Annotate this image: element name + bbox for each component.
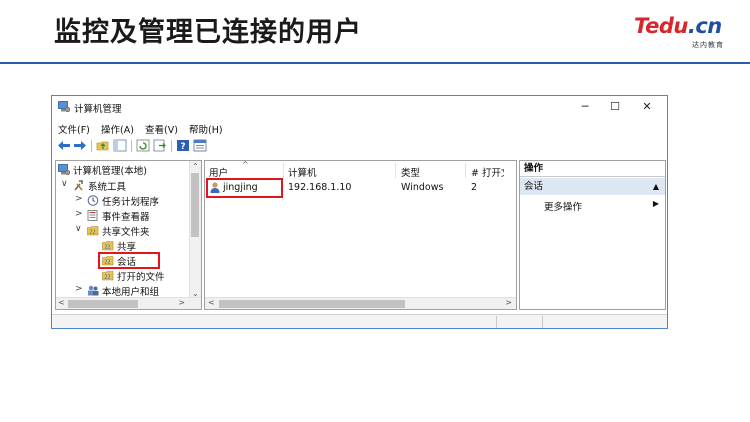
toolbar-separator <box>131 140 132 152</box>
logo-text: Tedu.cn <box>634 14 722 38</box>
actions-pane: 操作 会话 ▲ 更多操作 ▶ <box>519 160 666 310</box>
svg-text:?: ? <box>180 142 185 152</box>
column-header-type[interactable]: 类型 <box>401 165 420 179</box>
refresh-icon[interactable] <box>136 139 150 152</box>
event-viewer-icon <box>87 210 98 221</box>
list-vertical-scrollbar <box>504 161 516 299</box>
column-header-user[interactable]: 用户 <box>209 165 228 179</box>
scrollbar-thumb[interactable] <box>219 300 405 308</box>
forward-arrow-icon[interactable] <box>73 139 87 152</box>
tedu-logo: Tedu.cn 达内教育 <box>634 14 734 54</box>
svg-text:22: 22 <box>104 245 110 251</box>
chevron-down-icon[interactable]: ∨ <box>75 224 82 234</box>
tree-label: 打开的文件 <box>117 272 165 283</box>
chevron-right-icon[interactable]: > <box>75 194 83 204</box>
export-list-icon[interactable] <box>153 139 167 152</box>
collapse-triangle-icon[interactable]: ▲ <box>653 178 659 195</box>
scrollbar-thumb[interactable] <box>68 300 138 308</box>
section-label: 会话 <box>524 181 544 192</box>
status-divider <box>496 316 497 328</box>
tree-label: 计算机管理(本地) <box>73 166 147 177</box>
menu-bar: 文件(F) 操作(A) 查看(V) 帮助(H) <box>52 120 667 136</box>
console-tree-pane: 计算机管理(本地) ∨ 系统工具 > 任务计划程序 > 事件查看器 ∨ 22 共… <box>55 160 202 310</box>
toolbar-separator <box>91 140 92 152</box>
shared-folder-icon: 22 <box>87 226 99 236</box>
svg-text:22: 22 <box>89 230 95 236</box>
clock-icon <box>87 195 99 206</box>
chevron-right-icon[interactable]: > <box>75 209 83 219</box>
action-label: 更多操作 <box>544 202 583 213</box>
shared-folder-icon: 22 <box>102 241 114 251</box>
maximize-button[interactable]: ☐ <box>600 99 630 115</box>
list-horizontal-scrollbar[interactable]: < > <box>205 297 516 309</box>
column-divider[interactable] <box>395 163 396 178</box>
cell-open-files: 2 <box>471 182 478 193</box>
scroll-right-icon[interactable]: > <box>505 298 512 307</box>
column-divider[interactable] <box>283 163 284 178</box>
column-divider[interactable] <box>465 163 466 178</box>
actions-section-sessions[interactable]: 会话 ▲ <box>520 178 665 195</box>
scroll-up-icon[interactable]: ⌃ <box>192 162 199 171</box>
tree-horizontal-scrollbar[interactable]: < > <box>56 297 201 309</box>
cell-type: Windows <box>401 182 444 193</box>
scroll-left-icon[interactable]: < <box>58 298 65 307</box>
scroll-right-icon[interactable]: > <box>178 298 185 307</box>
tree-vertical-scrollbar[interactable]: ⌃ ⌄ <box>189 161 201 299</box>
cell-computer: 192.168.1.10 <box>288 182 352 193</box>
back-arrow-icon[interactable] <box>57 139 71 152</box>
window-titlebar[interactable]: 计算机管理 ─ ☐ ✕ <box>52 96 667 118</box>
computer-management-icon <box>58 101 70 112</box>
computer-management-window: 计算机管理 ─ ☐ ✕ 文件(F) 操作(A) 查看(V) 帮助(H) ? 计算… <box>51 95 668 329</box>
toolbar: ? <box>52 137 667 155</box>
submenu-arrow-icon[interactable]: ▶ <box>653 199 659 208</box>
menu-view[interactable]: 查看(V) <box>145 122 178 136</box>
scroll-left-icon[interactable]: < <box>208 298 215 307</box>
scrollbar-thumb[interactable] <box>191 173 199 237</box>
tree-label: 共享文件夹 <box>102 227 150 238</box>
shared-folder-icon: 22 <box>102 271 114 281</box>
toolbar-separator <box>171 140 172 152</box>
sort-ascending-icon: ^ <box>242 160 249 169</box>
status-bar <box>52 314 667 328</box>
minimize-button[interactable]: ─ <box>570 99 600 115</box>
window-title: 计算机管理 <box>74 104 122 115</box>
logo-subtitle: 达内教育 <box>692 41 724 49</box>
menu-file[interactable]: 文件(F) <box>58 122 90 136</box>
computer-management-icon <box>58 164 70 175</box>
slide-title: 监控及管理已连接的用户 <box>54 17 362 48</box>
chevron-right-icon[interactable]: > <box>75 284 83 294</box>
action-more-actions[interactable]: 更多操作 <box>544 199 582 213</box>
tree-label: 系统工具 <box>88 182 127 193</box>
column-header-computer[interactable]: 计算机 <box>288 165 317 179</box>
title-divider <box>0 62 750 64</box>
properties-icon[interactable] <box>193 139 207 152</box>
sessions-list-pane: ^ 用户 计算机 类型 # 打开文件 jingjing 192.168.1.10… <box>204 160 517 310</box>
chevron-down-icon[interactable]: ∨ <box>61 179 68 189</box>
tools-icon <box>74 180 83 191</box>
user-highlight-box <box>206 178 283 198</box>
actions-header: 操作 <box>520 161 665 177</box>
help-icon[interactable]: ? <box>176 139 190 152</box>
close-button[interactable]: ✕ <box>632 99 662 115</box>
svg-text:22: 22 <box>104 275 110 281</box>
up-folder-icon[interactable] <box>96 139 110 152</box>
menu-help[interactable]: 帮助(H) <box>189 122 223 136</box>
show-hide-tree-icon[interactable] <box>113 139 127 152</box>
tree-label: 任务计划程序 <box>102 197 160 208</box>
users-icon <box>88 285 99 296</box>
tree-label: 事件查看器 <box>102 212 150 223</box>
menu-action[interactable]: 操作(A) <box>101 122 134 136</box>
sessions-highlight-box <box>98 252 160 269</box>
status-divider <box>542 316 543 328</box>
tree-label: 共享 <box>117 242 137 253</box>
tree-label: 本地用户和组 <box>102 287 160 298</box>
